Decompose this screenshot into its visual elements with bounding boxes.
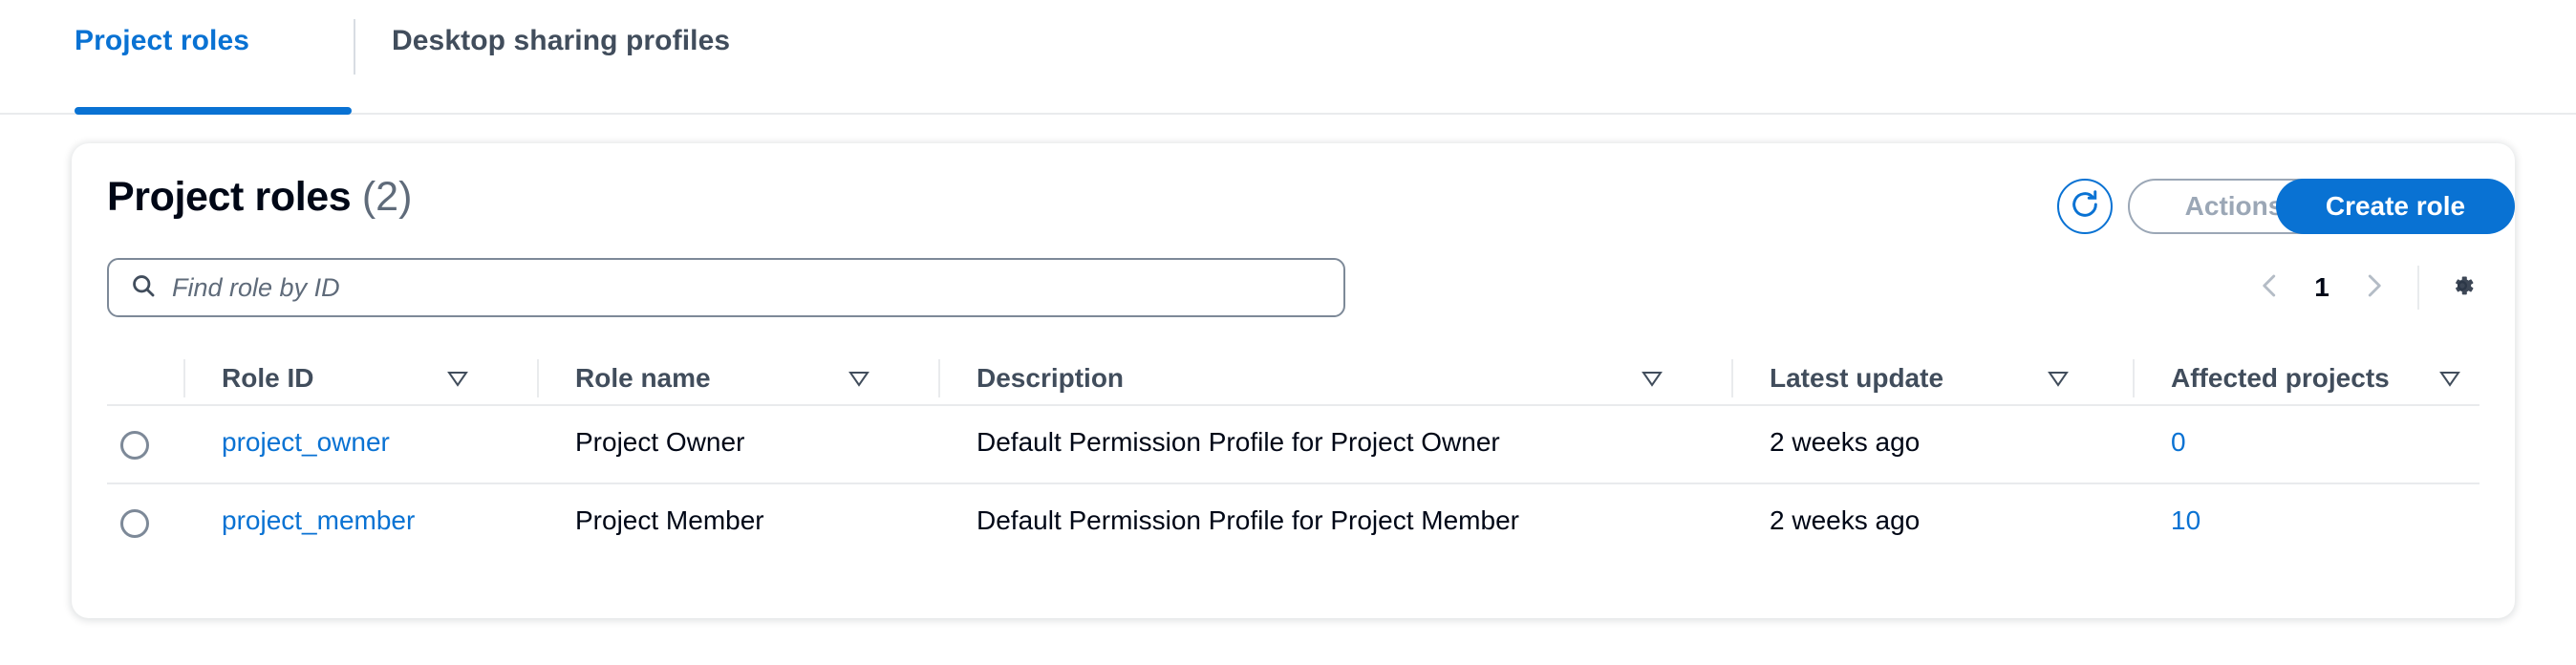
tab-bar: Project roles Desktop sharing profiles	[0, 0, 2576, 117]
actions-button-label: Actions	[2184, 191, 2284, 221]
search-icon	[130, 272, 157, 304]
column-header-role-name[interactable]: Role name	[575, 363, 711, 394]
cell-role-id[interactable]: project_member	[222, 505, 415, 536]
column-header-latest-update[interactable]: Latest update	[1770, 363, 1943, 394]
table-row: project_member Project Member Default Pe…	[107, 484, 2479, 563]
gear-icon	[2447, 270, 2478, 306]
refresh-icon	[2069, 188, 2101, 225]
column-divider	[183, 359, 185, 397]
tab-desktop-sharing-profiles[interactable]: Desktop sharing profiles	[392, 25, 730, 57]
sort-triangle-icon[interactable]	[848, 369, 870, 393]
search-input[interactable]	[172, 272, 1322, 303]
column-divider	[2133, 359, 2135, 397]
chevron-right-icon	[2359, 271, 2388, 305]
cell-role-name: Project Owner	[575, 427, 745, 457]
table-row: project_owner Project Owner Default Perm…	[107, 406, 2479, 484]
page-title-text: Project roles	[107, 174, 352, 220]
cell-description: Default Permission Profile for Project M…	[977, 505, 1519, 535]
cell-latest-update: 2 weeks ago	[1770, 427, 1921, 457]
page-title-count: (2)	[361, 174, 413, 220]
column-header-affected-projects[interactable]: Affected projects	[2171, 363, 2390, 394]
refresh-button[interactable]	[2057, 179, 2113, 234]
sort-triangle-icon[interactable]	[446, 369, 469, 393]
project-roles-card: Project roles (2) Actions Create role Fi…	[72, 143, 2515, 618]
pagination-divider	[2417, 266, 2419, 310]
row-select-radio[interactable]	[120, 431, 149, 460]
column-divider	[1731, 359, 1733, 397]
create-role-button[interactable]: Create role	[2276, 179, 2515, 234]
table-preferences-button[interactable]	[2436, 262, 2488, 313]
cell-role-name: Project Member	[575, 505, 764, 535]
chevron-left-icon	[2256, 271, 2285, 305]
column-header-description[interactable]: Description	[977, 363, 1124, 394]
cell-affected-projects[interactable]: 0	[2171, 427, 2186, 458]
cell-description: Default Permission Profile for Project O…	[977, 427, 1500, 457]
roles-table: Role ID Role name Description Latest upd…	[107, 352, 2479, 563]
table-header-row: Role ID Role name Description Latest upd…	[107, 352, 2479, 406]
tab-bar-underline	[0, 113, 2576, 115]
tab-divider	[354, 19, 355, 75]
active-tab-indicator	[75, 107, 352, 115]
sort-triangle-icon[interactable]	[1641, 369, 1664, 393]
column-divider	[537, 359, 539, 397]
cell-latest-update: 2 weeks ago	[1770, 505, 1921, 535]
pagination-page-1[interactable]: 1	[2297, 272, 2347, 303]
pagination-prev-button[interactable]	[2243, 261, 2297, 314]
search-box[interactable]	[107, 258, 1345, 317]
sort-triangle-icon[interactable]	[2438, 369, 2461, 393]
pagination-next-button[interactable]	[2347, 261, 2400, 314]
tab-project-roles[interactable]: Project roles	[75, 25, 249, 57]
column-header-role-id[interactable]: Role ID	[222, 363, 313, 394]
row-select-radio[interactable]	[120, 509, 149, 538]
cell-affected-projects[interactable]: 10	[2171, 505, 2200, 536]
pagination: 1	[2243, 260, 2488, 315]
cell-role-id[interactable]: project_owner	[222, 427, 390, 458]
sort-triangle-icon[interactable]	[2047, 369, 2070, 393]
column-divider	[938, 359, 940, 397]
page-title: Project roles (2)	[107, 174, 412, 221]
